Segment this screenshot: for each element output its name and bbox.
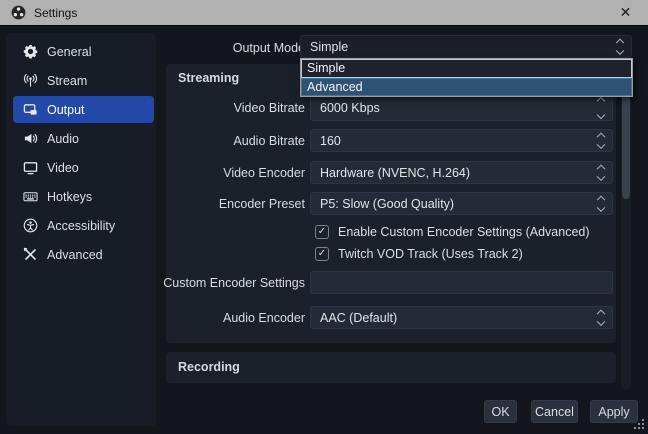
custom-encoder-settings-input[interactable] bbox=[310, 271, 613, 294]
video-bitrate-value: 6000 Kbps bbox=[320, 101, 380, 115]
titlebar: Settings ✕ bbox=[0, 0, 648, 26]
chevron-updown-icon bbox=[598, 196, 604, 211]
sidebar-item-advanced[interactable]: Advanced bbox=[13, 241, 154, 268]
video-encoder-combobox[interactable]: Hardware (NVENC, H.264) bbox=[310, 161, 613, 184]
sidebar-item-label: Output bbox=[47, 103, 85, 117]
scrollbar-thumb[interactable] bbox=[622, 93, 630, 199]
monitor-icon bbox=[22, 160, 39, 176]
sidebar-item-label: Advanced bbox=[47, 248, 103, 262]
sidebar-item-label: Accessibility bbox=[47, 219, 115, 233]
audio-bitrate-value: 160 bbox=[320, 134, 341, 148]
window-title: Settings bbox=[34, 6, 77, 20]
settings-sidebar: General Stream Output bbox=[6, 33, 156, 426]
sidebar-item-label: Hotkeys bbox=[47, 190, 92, 204]
checkbox-label: Enable Custom Encoder Settings (Advanced… bbox=[338, 225, 590, 239]
chevron-updown-icon bbox=[598, 310, 604, 325]
chevron-updown-icon bbox=[617, 39, 623, 54]
sidebar-item-label: Stream bbox=[47, 74, 87, 88]
sidebar-item-accessibility[interactable]: Accessibility bbox=[13, 212, 154, 239]
output-mode-combobox[interactable]: Simple bbox=[300, 35, 632, 58]
sidebar-item-stream[interactable]: Stream bbox=[13, 67, 154, 94]
custom-encoder-settings-checkbox[interactable]: ✓ Enable Custom Encoder Settings (Advanc… bbox=[315, 224, 590, 239]
recording-section-title: Recording bbox=[178, 360, 240, 374]
sidebar-item-label: General bbox=[47, 45, 91, 59]
video-encoder-value: Hardware (NVENC, H.264) bbox=[320, 166, 470, 180]
obs-logo-icon bbox=[11, 5, 26, 20]
settings-window: Settings ✕ General Stream bbox=[0, 0, 648, 434]
streaming-section-title: Streaming bbox=[178, 71, 239, 85]
video-encoder-label: Video Encoder bbox=[166, 166, 305, 181]
ok-button[interactable]: OK bbox=[484, 400, 517, 423]
sidebar-item-output[interactable]: Output bbox=[13, 96, 154, 123]
chevron-updown-icon bbox=[598, 165, 604, 180]
accessibility-icon bbox=[22, 218, 39, 234]
sidebar-item-video[interactable]: Video bbox=[13, 154, 154, 181]
output-icon bbox=[22, 102, 39, 118]
dropdown-option-advanced[interactable]: Advanced bbox=[301, 78, 632, 97]
encoder-preset-value: P5: Slow (Good Quality) bbox=[320, 197, 454, 211]
dropdown-option-simple[interactable]: Simple bbox=[301, 59, 632, 78]
sidebar-item-hotkeys[interactable]: Hotkeys bbox=[13, 183, 154, 210]
tools-icon bbox=[22, 247, 39, 263]
audio-encoder-value: AAC (Default) bbox=[320, 311, 397, 325]
twitch-vod-track-checkbox[interactable]: ✓ Twitch VOD Track (Uses Track 2) bbox=[315, 246, 523, 261]
vertical-scrollbar[interactable] bbox=[621, 64, 631, 390]
audio-encoder-label: Audio Encoder bbox=[166, 311, 305, 326]
output-mode-value: Simple bbox=[310, 40, 348, 54]
apply-button[interactable]: Apply bbox=[590, 400, 638, 423]
checkbox-label: Twitch VOD Track (Uses Track 2) bbox=[338, 247, 523, 261]
audio-bitrate-spinbox[interactable]: 160 bbox=[310, 129, 613, 152]
custom-encoder-settings-label: Custom Encoder Settings bbox=[85, 276, 305, 291]
antenna-icon bbox=[22, 73, 39, 89]
audio-bitrate-label: Audio Bitrate bbox=[166, 134, 305, 149]
audio-encoder-combobox[interactable]: AAC (Default) bbox=[310, 306, 613, 329]
close-icon[interactable]: ✕ bbox=[603, 0, 648, 25]
video-bitrate-label: Video Bitrate bbox=[166, 101, 305, 116]
gear-icon bbox=[22, 44, 39, 60]
sidebar-item-audio[interactable]: Audio bbox=[13, 125, 154, 152]
video-bitrate-spinbox[interactable]: 6000 Kbps bbox=[310, 95, 613, 121]
spinner-updown-icon bbox=[598, 98, 604, 118]
checkmark-icon: ✓ bbox=[315, 247, 329, 261]
output-mode-label: Output Mode bbox=[166, 41, 305, 56]
resize-grip[interactable] bbox=[634, 427, 636, 429]
encoder-preset-combobox[interactable]: P5: Slow (Good Quality) bbox=[310, 192, 613, 215]
cancel-button[interactable]: Cancel bbox=[531, 400, 578, 423]
keyboard-icon bbox=[22, 189, 39, 205]
spinner-updown-icon bbox=[598, 133, 604, 148]
encoder-preset-label: Encoder Preset bbox=[166, 197, 305, 212]
sidebar-item-label: Audio bbox=[47, 132, 79, 146]
speaker-icon bbox=[22, 131, 39, 147]
output-mode-dropdown: Simple Advanced bbox=[300, 58, 633, 97]
sidebar-item-general[interactable]: General bbox=[13, 38, 154, 65]
checkmark-icon: ✓ bbox=[315, 225, 329, 239]
sidebar-item-label: Video bbox=[47, 161, 79, 175]
